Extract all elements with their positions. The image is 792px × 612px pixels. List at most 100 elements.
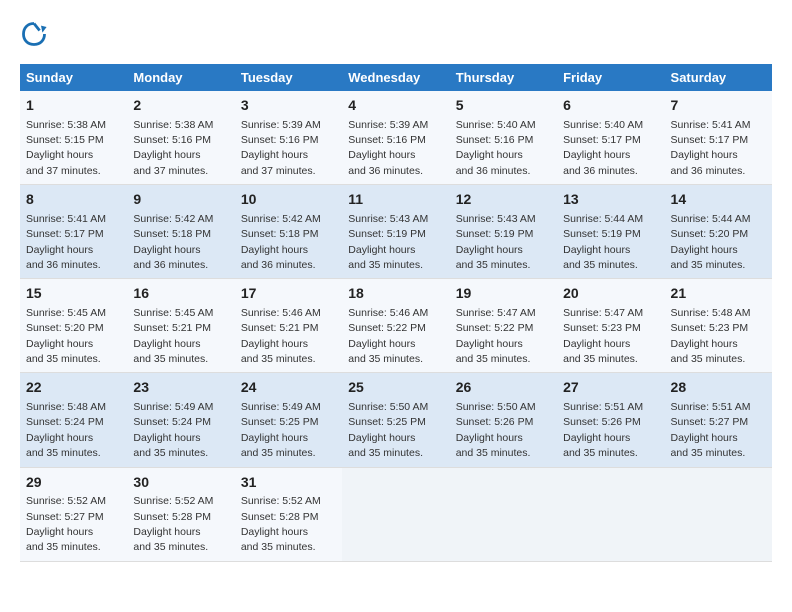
day-info: Sunrise: 5:40 AMSunset: 5:17 PMDaylight … — [563, 119, 643, 177]
day-number: 6 — [563, 96, 658, 116]
day-number: 12 — [456, 190, 551, 210]
day-info: Sunrise: 5:52 AMSunset: 5:28 PMDaylight … — [133, 495, 213, 553]
day-number: 14 — [671, 190, 766, 210]
day-cell: 26 Sunrise: 5:50 AMSunset: 5:26 PMDaylig… — [450, 373, 557, 467]
day-cell: 27 Sunrise: 5:51 AMSunset: 5:26 PMDaylig… — [557, 373, 664, 467]
day-cell: 19 Sunrise: 5:47 AMSunset: 5:22 PMDaylig… — [450, 279, 557, 373]
day-info: Sunrise: 5:45 AMSunset: 5:20 PMDaylight … — [26, 307, 106, 365]
week-row-3: 15 Sunrise: 5:45 AMSunset: 5:20 PMDaylig… — [20, 279, 772, 373]
day-cell: 6 Sunrise: 5:40 AMSunset: 5:17 PMDayligh… — [557, 91, 664, 185]
day-number: 8 — [26, 190, 121, 210]
day-info: Sunrise: 5:47 AMSunset: 5:23 PMDaylight … — [563, 307, 643, 365]
day-info: Sunrise: 5:39 AMSunset: 5:16 PMDaylight … — [348, 119, 428, 177]
calendar-table: SundayMondayTuesdayWednesdayThursdayFrid… — [20, 64, 772, 562]
week-row-4: 22 Sunrise: 5:48 AMSunset: 5:24 PMDaylig… — [20, 373, 772, 467]
day-cell: 5 Sunrise: 5:40 AMSunset: 5:16 PMDayligh… — [450, 91, 557, 185]
day-number: 5 — [456, 96, 551, 116]
day-info: Sunrise: 5:50 AMSunset: 5:26 PMDaylight … — [456, 401, 536, 459]
day-number: 17 — [241, 284, 336, 304]
col-header-wednesday: Wednesday — [342, 64, 449, 91]
day-cell: 4 Sunrise: 5:39 AMSunset: 5:16 PMDayligh… — [342, 91, 449, 185]
day-info: Sunrise: 5:50 AMSunset: 5:25 PMDaylight … — [348, 401, 428, 459]
day-number: 4 — [348, 96, 443, 116]
day-number: 20 — [563, 284, 658, 304]
day-info: Sunrise: 5:42 AMSunset: 5:18 PMDaylight … — [133, 213, 213, 271]
day-info: Sunrise: 5:49 AMSunset: 5:25 PMDaylight … — [241, 401, 321, 459]
day-cell: 21 Sunrise: 5:48 AMSunset: 5:23 PMDaylig… — [665, 279, 772, 373]
day-cell: 10 Sunrise: 5:42 AMSunset: 5:18 PMDaylig… — [235, 185, 342, 279]
day-cell: 16 Sunrise: 5:45 AMSunset: 5:21 PMDaylig… — [127, 279, 234, 373]
col-header-friday: Friday — [557, 64, 664, 91]
day-cell: 14 Sunrise: 5:44 AMSunset: 5:20 PMDaylig… — [665, 185, 772, 279]
day-header-row: SundayMondayTuesdayWednesdayThursdayFrid… — [20, 64, 772, 91]
day-cell: 9 Sunrise: 5:42 AMSunset: 5:18 PMDayligh… — [127, 185, 234, 279]
day-cell: 31 Sunrise: 5:52 AMSunset: 5:28 PMDaylig… — [235, 467, 342, 561]
day-number: 3 — [241, 96, 336, 116]
day-cell — [450, 467, 557, 561]
day-number: 2 — [133, 96, 228, 116]
week-row-2: 8 Sunrise: 5:41 AMSunset: 5:17 PMDayligh… — [20, 185, 772, 279]
day-cell: 3 Sunrise: 5:39 AMSunset: 5:16 PMDayligh… — [235, 91, 342, 185]
day-info: Sunrise: 5:43 AMSunset: 5:19 PMDaylight … — [348, 213, 428, 271]
day-number: 23 — [133, 378, 228, 398]
day-info: Sunrise: 5:49 AMSunset: 5:24 PMDaylight … — [133, 401, 213, 459]
day-number: 19 — [456, 284, 551, 304]
day-cell: 29 Sunrise: 5:52 AMSunset: 5:27 PMDaylig… — [20, 467, 127, 561]
day-cell: 23 Sunrise: 5:49 AMSunset: 5:24 PMDaylig… — [127, 373, 234, 467]
day-cell: 28 Sunrise: 5:51 AMSunset: 5:27 PMDaylig… — [665, 373, 772, 467]
day-cell: 15 Sunrise: 5:45 AMSunset: 5:20 PMDaylig… — [20, 279, 127, 373]
day-cell: 2 Sunrise: 5:38 AMSunset: 5:16 PMDayligh… — [127, 91, 234, 185]
col-header-sunday: Sunday — [20, 64, 127, 91]
day-info: Sunrise: 5:38 AMSunset: 5:16 PMDaylight … — [133, 119, 213, 177]
day-number: 27 — [563, 378, 658, 398]
day-info: Sunrise: 5:48 AMSunset: 5:23 PMDaylight … — [671, 307, 751, 365]
day-info: Sunrise: 5:40 AMSunset: 5:16 PMDaylight … — [456, 119, 536, 177]
day-cell: 7 Sunrise: 5:41 AMSunset: 5:17 PMDayligh… — [665, 91, 772, 185]
day-number: 22 — [26, 378, 121, 398]
day-number: 1 — [26, 96, 121, 116]
col-header-monday: Monday — [127, 64, 234, 91]
day-cell: 30 Sunrise: 5:52 AMSunset: 5:28 PMDaylig… — [127, 467, 234, 561]
day-number: 28 — [671, 378, 766, 398]
logo — [20, 20, 52, 48]
day-number: 9 — [133, 190, 228, 210]
col-header-tuesday: Tuesday — [235, 64, 342, 91]
day-cell: 11 Sunrise: 5:43 AMSunset: 5:19 PMDaylig… — [342, 185, 449, 279]
week-row-1: 1 Sunrise: 5:38 AMSunset: 5:15 PMDayligh… — [20, 91, 772, 185]
day-cell — [557, 467, 664, 561]
day-number: 11 — [348, 190, 443, 210]
day-number: 21 — [671, 284, 766, 304]
day-cell: 1 Sunrise: 5:38 AMSunset: 5:15 PMDayligh… — [20, 91, 127, 185]
day-info: Sunrise: 5:43 AMSunset: 5:19 PMDaylight … — [456, 213, 536, 271]
day-info: Sunrise: 5:42 AMSunset: 5:18 PMDaylight … — [241, 213, 321, 271]
logo-icon — [20, 20, 48, 48]
day-info: Sunrise: 5:41 AMSunset: 5:17 PMDaylight … — [26, 213, 106, 271]
day-info: Sunrise: 5:44 AMSunset: 5:19 PMDaylight … — [563, 213, 643, 271]
page-header — [20, 20, 772, 48]
day-number: 31 — [241, 473, 336, 493]
day-number: 25 — [348, 378, 443, 398]
day-info: Sunrise: 5:52 AMSunset: 5:27 PMDaylight … — [26, 495, 106, 553]
day-cell — [342, 467, 449, 561]
day-number: 30 — [133, 473, 228, 493]
day-number: 13 — [563, 190, 658, 210]
day-cell: 13 Sunrise: 5:44 AMSunset: 5:19 PMDaylig… — [557, 185, 664, 279]
col-header-saturday: Saturday — [665, 64, 772, 91]
day-info: Sunrise: 5:45 AMSunset: 5:21 PMDaylight … — [133, 307, 213, 365]
day-cell — [665, 467, 772, 561]
day-cell: 12 Sunrise: 5:43 AMSunset: 5:19 PMDaylig… — [450, 185, 557, 279]
day-info: Sunrise: 5:41 AMSunset: 5:17 PMDaylight … — [671, 119, 751, 177]
day-cell: 17 Sunrise: 5:46 AMSunset: 5:21 PMDaylig… — [235, 279, 342, 373]
day-info: Sunrise: 5:46 AMSunset: 5:22 PMDaylight … — [348, 307, 428, 365]
day-number: 18 — [348, 284, 443, 304]
day-number: 24 — [241, 378, 336, 398]
day-number: 10 — [241, 190, 336, 210]
day-info: Sunrise: 5:51 AMSunset: 5:27 PMDaylight … — [671, 401, 751, 459]
day-cell: 24 Sunrise: 5:49 AMSunset: 5:25 PMDaylig… — [235, 373, 342, 467]
day-info: Sunrise: 5:48 AMSunset: 5:24 PMDaylight … — [26, 401, 106, 459]
day-number: 26 — [456, 378, 551, 398]
day-info: Sunrise: 5:52 AMSunset: 5:28 PMDaylight … — [241, 495, 321, 553]
day-info: Sunrise: 5:38 AMSunset: 5:15 PMDaylight … — [26, 119, 106, 177]
day-info: Sunrise: 5:47 AMSunset: 5:22 PMDaylight … — [456, 307, 536, 365]
day-number: 15 — [26, 284, 121, 304]
